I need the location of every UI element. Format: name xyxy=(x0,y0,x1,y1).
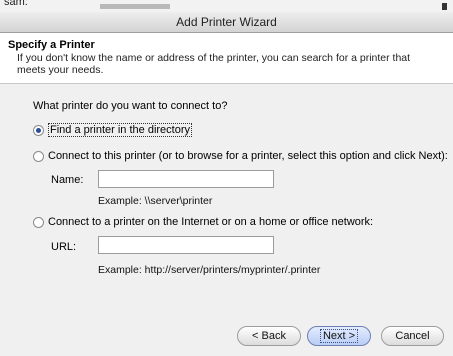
window-title-bar: Add Printer Wizard xyxy=(0,12,453,33)
wizard-body: What printer do you want to connect to? … xyxy=(0,84,453,320)
radio-internet-printer[interactable] xyxy=(33,216,44,228)
option-connect-label[interactable]: Connect to this printer (or to browse fo… xyxy=(48,150,448,162)
wizard-header: Specify a Printer If you don't know the … xyxy=(0,33,453,84)
back-button-label: < Back xyxy=(252,330,286,342)
option-internet-label[interactable]: Connect to a printer on the Internet or … xyxy=(48,216,373,228)
connection-question: What printer do you want to connect to? xyxy=(33,100,228,112)
cropped-top-strip: sam: xyxy=(0,0,453,12)
option-find-in-directory[interactable]: Find a printer in the directory xyxy=(33,123,193,137)
cancel-button-label: Cancel xyxy=(395,330,430,342)
header-description: If you don't know the name or address of… xyxy=(17,52,411,76)
url-input[interactable] xyxy=(98,236,274,254)
option-connect-to-printer[interactable]: Connect to this printer (or to browse fo… xyxy=(33,149,448,163)
option-internet-printer[interactable]: Connect to a printer on the Internet or … xyxy=(33,215,373,229)
url-example-text: Example: http://server/printers/myprinte… xyxy=(98,264,321,276)
next-button-label: Next > xyxy=(319,329,359,343)
radio-find-in-directory[interactable] xyxy=(33,124,44,136)
name-field-label: Name: xyxy=(51,174,84,186)
option-find-label[interactable]: Find a printer in the directory xyxy=(48,123,193,137)
cropped-bar xyxy=(100,4,170,9)
cancel-button[interactable]: Cancel xyxy=(381,326,444,346)
cropped-marker xyxy=(442,3,447,10)
back-button[interactable]: < Back xyxy=(237,326,301,346)
wizard-footer: < Back Next > Cancel xyxy=(0,320,453,356)
header-title: Specify a Printer xyxy=(8,39,95,51)
name-input[interactable] xyxy=(98,170,274,188)
next-button[interactable]: Next > xyxy=(307,326,371,346)
name-example-text: Example: \\server\printer xyxy=(98,195,213,207)
url-field-label: URL: xyxy=(51,241,77,253)
radio-connect-to-printer[interactable] xyxy=(33,150,44,162)
window-title: Add Printer Wizard xyxy=(176,15,277,29)
radio-selected-dot xyxy=(36,127,41,133)
cropped-text: sam: xyxy=(4,0,28,8)
